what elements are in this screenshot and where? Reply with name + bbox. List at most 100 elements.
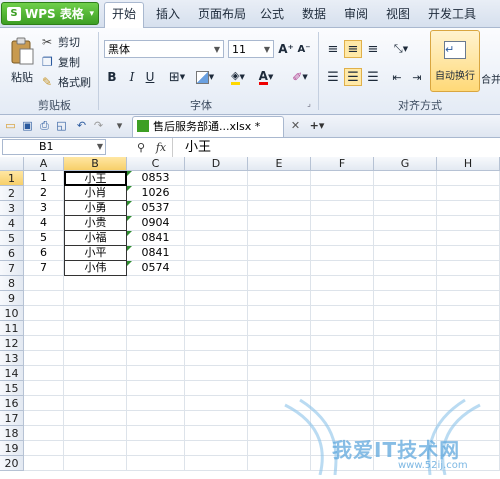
cell-h2[interactable]: [437, 186, 500, 201]
cell-a1[interactable]: 1: [24, 171, 64, 186]
cell-a18[interactable]: [24, 426, 64, 441]
row-header-8[interactable]: 8: [0, 276, 24, 291]
cell-d8[interactable]: [185, 276, 248, 291]
cell-b14[interactable]: [64, 366, 127, 381]
cell-d4[interactable]: [185, 216, 248, 231]
fill-color-button[interactable]: ◈ ▼: [226, 68, 250, 86]
italic-button[interactable]: I: [124, 68, 140, 86]
cell-g2[interactable]: [374, 186, 437, 201]
decrease-indent-button[interactable]: ⇤: [388, 68, 406, 86]
row-header-7[interactable]: 7: [0, 261, 24, 276]
cell-d5[interactable]: [185, 231, 248, 246]
align-right-button[interactable]: ☰: [364, 68, 382, 86]
cell-g14[interactable]: [374, 366, 437, 381]
cell-h10[interactable]: [437, 306, 500, 321]
cell-e17[interactable]: [248, 411, 311, 426]
cell-h12[interactable]: [437, 336, 500, 351]
select-all-corner[interactable]: [0, 157, 24, 171]
cell-d2[interactable]: [185, 186, 248, 201]
cell-e5[interactable]: [248, 231, 311, 246]
cell-c3[interactable]: 0537: [127, 201, 185, 216]
column-header-e[interactable]: E: [248, 157, 311, 171]
format-painter-button[interactable]: ✎ 格式刷: [42, 74, 94, 90]
wps-app-button[interactable]: S WPS 表格 ▾: [1, 2, 99, 25]
column-header-g[interactable]: G: [374, 157, 437, 171]
cell-d6[interactable]: [185, 246, 248, 261]
cell-f17[interactable]: [311, 411, 374, 426]
cell-f15[interactable]: [311, 381, 374, 396]
cell-f7[interactable]: [311, 261, 374, 276]
tab-insert[interactable]: 插入: [152, 3, 184, 26]
tab-home[interactable]: 开始: [104, 2, 144, 28]
cell-e15[interactable]: [248, 381, 311, 396]
cell-c12[interactable]: [127, 336, 185, 351]
customize-icon[interactable]: ▾: [112, 118, 127, 133]
cell-e1[interactable]: [248, 171, 311, 186]
cell-f16[interactable]: [311, 396, 374, 411]
close-tab-icon[interactable]: ✕: [288, 118, 303, 133]
cell-h14[interactable]: [437, 366, 500, 381]
cell-h15[interactable]: [437, 381, 500, 396]
cell-f13[interactable]: [311, 351, 374, 366]
cell-h5[interactable]: [437, 231, 500, 246]
wrap-text-button[interactable]: ↵ 自动换行: [430, 30, 480, 92]
align-middle-button[interactable]: ≡: [344, 40, 362, 58]
row-header-4[interactable]: 4: [0, 216, 24, 231]
print-icon[interactable]: ⎙: [37, 118, 52, 133]
cell-c8[interactable]: [127, 276, 185, 291]
cell-e7[interactable]: [248, 261, 311, 276]
cell-c4[interactable]: 0904: [127, 216, 185, 231]
align-center-button[interactable]: ☰: [344, 68, 362, 86]
cell-c19[interactable]: [127, 441, 185, 456]
cell-e20[interactable]: [248, 456, 311, 471]
cell-d9[interactable]: [185, 291, 248, 306]
cell-g13[interactable]: [374, 351, 437, 366]
cell-b12[interactable]: [64, 336, 127, 351]
cell-d3[interactable]: [185, 201, 248, 216]
cell-b5[interactable]: 小福: [64, 231, 127, 246]
row-header-1[interactable]: 1: [0, 171, 24, 186]
cell-a12[interactable]: [24, 336, 64, 351]
cell-g3[interactable]: [374, 201, 437, 216]
column-header-a[interactable]: A: [24, 157, 64, 171]
tab-page-layout[interactable]: 页面布局: [194, 3, 250, 26]
cell-d20[interactable]: [185, 456, 248, 471]
column-header-c[interactable]: C: [127, 157, 185, 171]
cell-g8[interactable]: [374, 276, 437, 291]
cell-e6[interactable]: [248, 246, 311, 261]
cell-f10[interactable]: [311, 306, 374, 321]
cell-c9[interactable]: [127, 291, 185, 306]
cell-b9[interactable]: [64, 291, 127, 306]
cell-c14[interactable]: [127, 366, 185, 381]
cell-f9[interactable]: [311, 291, 374, 306]
cell-style-button[interactable]: ▼: [194, 68, 216, 86]
cell-b4[interactable]: 小贵: [64, 216, 127, 231]
cell-a17[interactable]: [24, 411, 64, 426]
row-header-2[interactable]: 2: [0, 186, 24, 201]
tab-developer[interactable]: 开发工具: [424, 3, 480, 26]
row-header-13[interactable]: 13: [0, 351, 24, 366]
print-preview-icon[interactable]: ◱: [54, 118, 69, 133]
function-icon[interactable]: fx: [154, 140, 168, 154]
cell-c16[interactable]: [127, 396, 185, 411]
row-header-16[interactable]: 16: [0, 396, 24, 411]
cell-e12[interactable]: [248, 336, 311, 351]
cell-e13[interactable]: [248, 351, 311, 366]
cell-h9[interactable]: [437, 291, 500, 306]
cell-f12[interactable]: [311, 336, 374, 351]
cell-a6[interactable]: 6: [24, 246, 64, 261]
cell-a15[interactable]: [24, 381, 64, 396]
cell-h3[interactable]: [437, 201, 500, 216]
paste-button[interactable]: 粘贴: [6, 32, 38, 90]
column-header-h[interactable]: H: [437, 157, 500, 171]
cell-b3[interactable]: 小勇: [64, 201, 127, 216]
cell-g12[interactable]: [374, 336, 437, 351]
cell-f1[interactable]: [311, 171, 374, 186]
cell-f3[interactable]: [311, 201, 374, 216]
cell-h6[interactable]: [437, 246, 500, 261]
copy-button[interactable]: ❐ 复制: [42, 54, 86, 70]
align-top-button[interactable]: ≡: [324, 40, 342, 58]
cell-h1[interactable]: [437, 171, 500, 186]
cell-a9[interactable]: [24, 291, 64, 306]
cell-d19[interactable]: [185, 441, 248, 456]
